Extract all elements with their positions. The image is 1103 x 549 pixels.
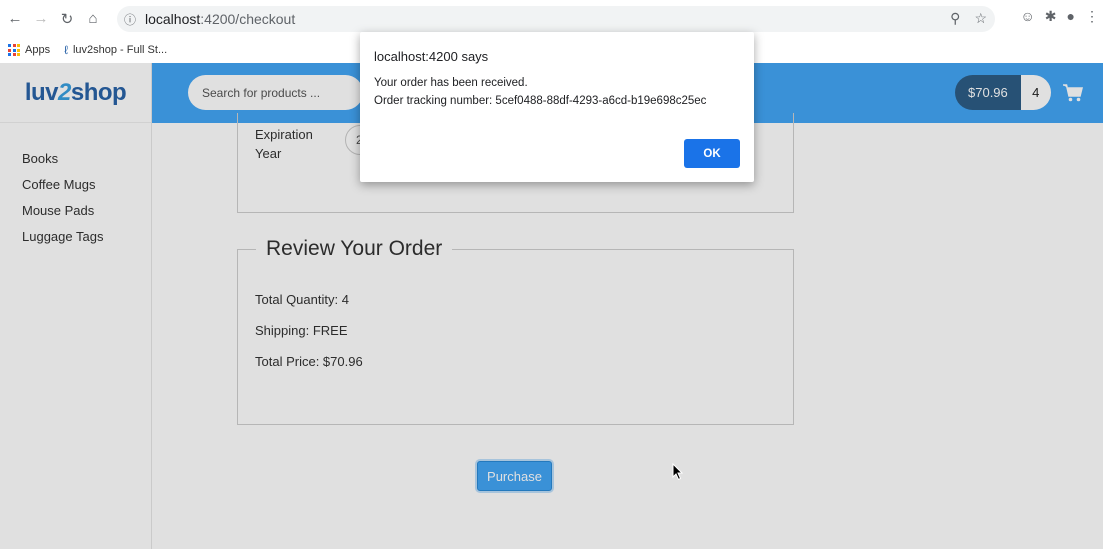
dialog-title: localhost:4200 says (374, 49, 489, 64)
alert-dialog: localhost:4200 says Your order has been … (360, 32, 754, 182)
site-info-icon[interactable]: ⓘ (117, 11, 143, 28)
home-icon[interactable]: ⌂ (82, 8, 104, 30)
url-text: localhost:4200/checkout (145, 11, 296, 27)
bookmark-star-icon[interactable]: ☆ (974, 10, 987, 27)
dialog-message-line1: Your order has been received. (374, 77, 528, 89)
back-icon[interactable]: ← (4, 8, 26, 30)
reload-icon[interactable]: ↻ (56, 8, 78, 30)
bookmark-luv2shop[interactable]: ℓ luv2shop - Full St... (64, 43, 167, 57)
bookmark-apps[interactable]: Apps (8, 44, 50, 56)
ok-button[interactable]: OK (684, 139, 740, 168)
dialog-message: Your order has been received. Order trac… (374, 74, 706, 110)
bookmark-favicon-icon: ℓ (64, 43, 68, 57)
mouse-cursor-icon (672, 463, 684, 481)
apps-grid-icon (8, 44, 20, 56)
extension-icon[interactable]: ☺ (1021, 8, 1035, 25)
address-bar[interactable]: ⓘ localhost:4200/checkout ⚲ ☆ (117, 6, 995, 32)
forward-icon[interactable]: → (30, 8, 52, 30)
zoom-icon[interactable]: ⚲ (950, 10, 960, 27)
profile-icon[interactable]: ● (1067, 8, 1075, 25)
puzzle-icon[interactable]: ✱ (1045, 8, 1057, 25)
menu-kebab-icon[interactable]: ⋮ (1085, 8, 1099, 25)
dialog-message-line2: Order tracking number: 5cef0488-88df-429… (374, 95, 707, 107)
